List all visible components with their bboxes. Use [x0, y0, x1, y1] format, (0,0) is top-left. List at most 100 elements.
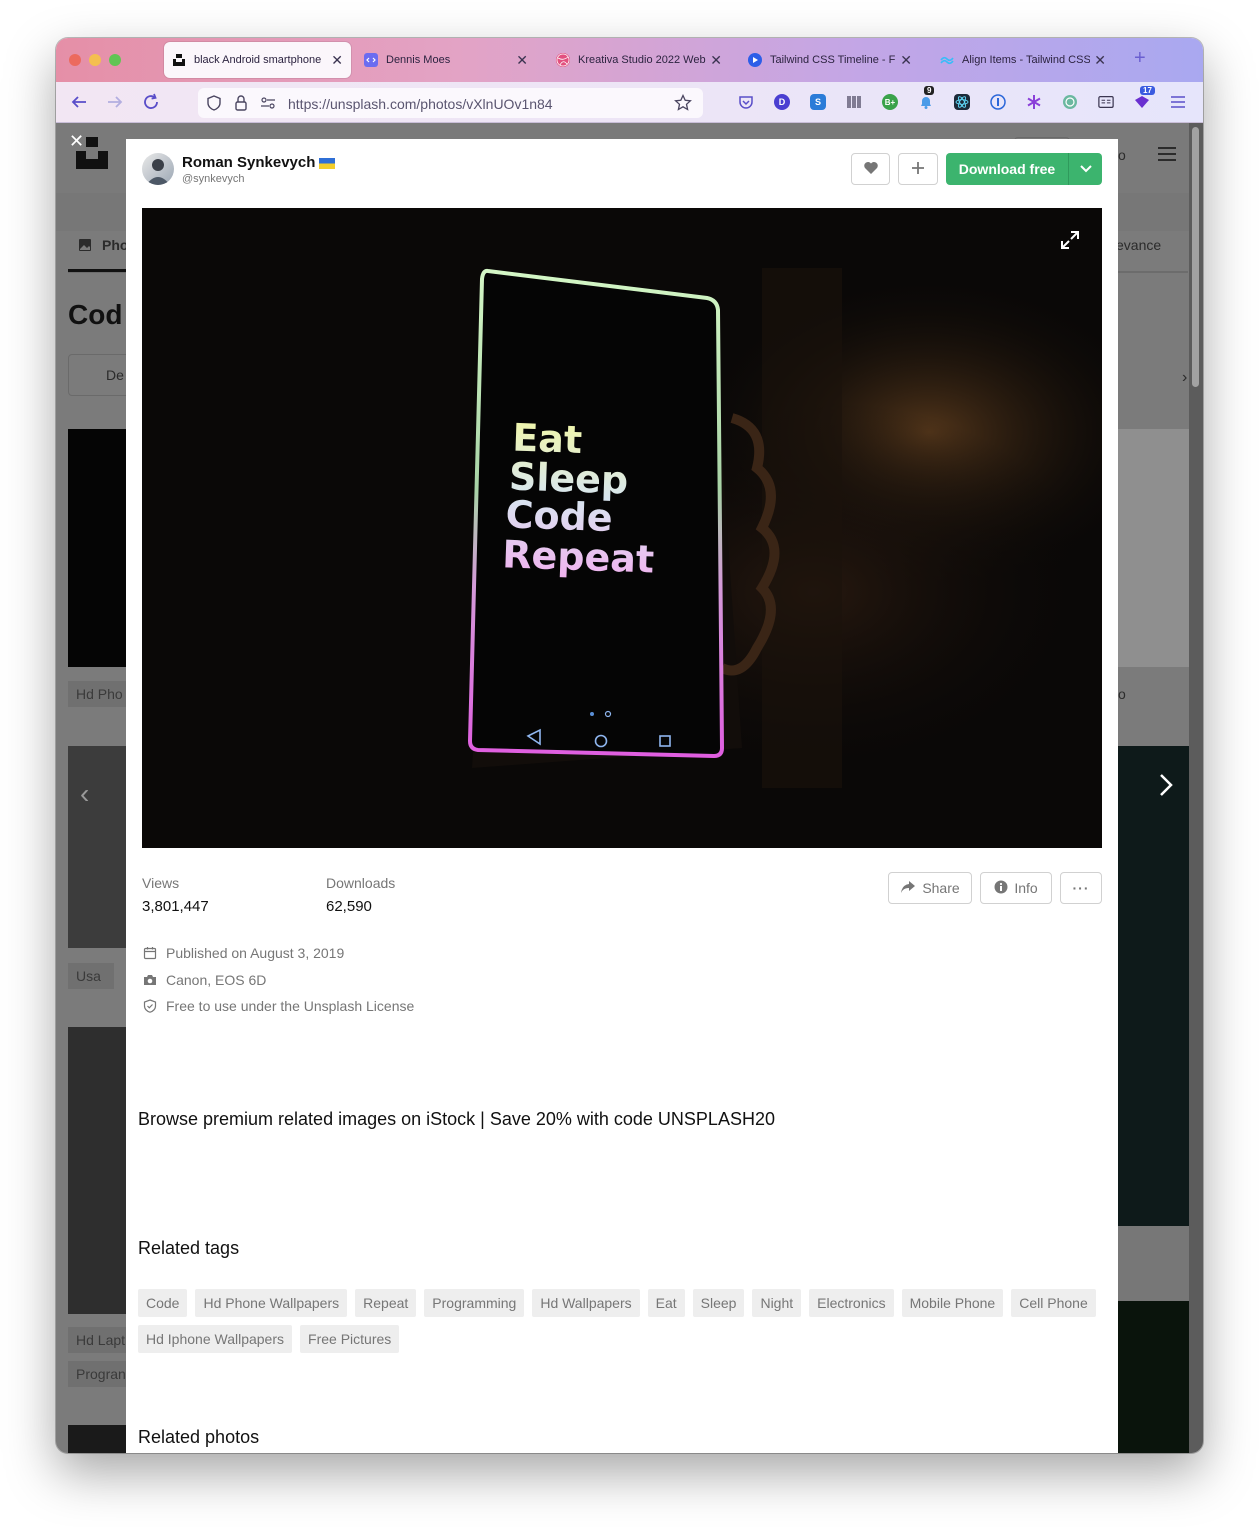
next-arrow-icon[interactable]	[1159, 773, 1173, 802]
tag-cell-phone[interactable]: Cell Phone	[1011, 1289, 1096, 1317]
tag-hd-phone-wallpapers[interactable]: Hd Phone Wallpapers	[195, 1289, 348, 1317]
background-tag-label: Usa	[76, 968, 101, 984]
share-button[interactable]: Share	[888, 872, 972, 904]
tab-label: Kreativa Studio 2022 Web	[578, 54, 706, 66]
tag-sleep[interactable]: Sleep	[692, 1289, 745, 1317]
minimize-window-button[interactable]	[89, 54, 101, 66]
published-date: Published on August 3, 2019	[166, 945, 345, 961]
close-window-button[interactable]	[69, 54, 81, 66]
info-button[interactable]: Info	[980, 872, 1052, 904]
download-options-chevron-icon[interactable]	[1068, 153, 1102, 185]
photographer-handle[interactable]: @synkevych	[182, 173, 245, 185]
info-label: Info	[1014, 880, 1038, 896]
tab-close-icon[interactable]: ✕	[900, 52, 912, 69]
tab-unsplash[interactable]: black Android smartphone ✕	[164, 42, 351, 78]
previous-arrow-icon[interactable]: ‹	[80, 778, 89, 810]
istock-promo-link[interactable]: Browse premium related images on iStock …	[138, 1109, 775, 1130]
shield-check-icon	[142, 998, 158, 1014]
more-actions-button[interactable]: ···	[1060, 872, 1102, 904]
views-value: 3,801,447	[142, 898, 209, 915]
background-tag-label: Hd Pho	[76, 686, 123, 702]
tailwind-favicon-icon	[940, 53, 954, 67]
back-arrow-icon[interactable]	[70, 93, 88, 116]
s-ext-icon[interactable]: S	[810, 94, 826, 110]
bookmark-star-icon[interactable]	[674, 93, 692, 117]
url-bar[interactable]: https://unsplash.com/photos/vXlnUOv1n84	[198, 88, 703, 118]
tab-kreativa[interactable]: Kreativa Studio 2022 Web ✕	[548, 42, 730, 78]
menu-icon[interactable]	[1170, 94, 1186, 110]
views-label: Views	[142, 875, 180, 891]
tab-dennis-moes[interactable]: Dennis Moes ✕	[356, 42, 536, 78]
vpn-icon[interactable]: 17	[1134, 86, 1155, 110]
pocket-icon[interactable]	[738, 94, 754, 110]
like-button[interactable]	[851, 153, 890, 185]
tag-programming[interactable]: Programming	[424, 1289, 525, 1317]
camera-row: Canon, EOS 6D	[142, 972, 266, 988]
forward-arrow-icon[interactable]	[106, 93, 124, 116]
scrollbar[interactable]	[1189, 123, 1203, 1453]
photographer-name[interactable]: Roman Synkevych	[182, 154, 315, 171]
license-row: Free to use under the Unsplash License	[142, 998, 414, 1014]
plus-icon	[911, 161, 925, 178]
tag-electronics[interactable]: Electronics	[809, 1289, 894, 1317]
tag-code[interactable]: Code	[138, 1289, 188, 1317]
url-text[interactable]: https://unsplash.com/photos/vXlnUOv1n84	[288, 96, 553, 112]
add-to-collection-button[interactable]	[898, 153, 938, 185]
tab-tailwind-timeline[interactable]: Tailwind CSS Timeline - Fl ✕	[740, 42, 920, 78]
page-viewport: ✕ o Pho evance Cod De › Hd Pho o ‹ Usa H…	[56, 123, 1203, 1453]
background-photo	[1118, 1301, 1189, 1453]
camera-icon	[142, 972, 158, 988]
tab-tailwind-align-items[interactable]: Align Items - Tailwind CSS ✕	[932, 42, 1114, 78]
tab-close-icon[interactable]: ✕	[710, 52, 722, 69]
tag-hd-wallpapers[interactable]: Hd Wallpapers	[532, 1289, 640, 1317]
tag-night[interactable]: Night	[752, 1289, 802, 1317]
tag-eat[interactable]: Eat	[647, 1289, 685, 1317]
download-button[interactable]: Download free	[946, 153, 1102, 185]
bplus-icon[interactable]: B+	[882, 94, 898, 110]
barcode-icon[interactable]	[846, 94, 862, 110]
permissions-icon[interactable]	[260, 96, 276, 115]
avatar[interactable]	[142, 153, 174, 185]
bell-icon[interactable]: 9	[918, 86, 935, 110]
lock-icon[interactable]	[234, 94, 248, 117]
modal-close-button[interactable]: ✕	[69, 131, 84, 152]
share-arrow-icon	[900, 880, 916, 897]
tag-hd-iphone-wallpapers[interactable]: Hd Iphone Wallpapers	[138, 1325, 293, 1353]
ukraine-flag-icon	[319, 156, 335, 169]
hamburger-icon[interactable]	[1158, 147, 1176, 166]
browser-window: black Android smartphone ✕ Dennis Moes ✕…	[56, 38, 1203, 1453]
background-tag-label: Hd Lapt	[76, 1332, 126, 1348]
tab-close-icon[interactable]: ✕	[516, 52, 528, 69]
license-text[interactable]: Free to use under the Unsplash License	[166, 998, 414, 1014]
published-row: Published on August 3, 2019	[142, 945, 344, 961]
main-photo[interactable]: Eat Sleep Code Repeat	[142, 208, 1102, 848]
new-tab-button[interactable]: +	[1134, 47, 1146, 70]
scrollbar-thumb[interactable]	[1192, 127, 1199, 387]
d-ext-icon[interactable]: D	[774, 94, 790, 110]
snowflake-icon[interactable]	[1026, 94, 1042, 110]
background-tab-label: Pho	[102, 237, 129, 253]
react-devtools-icon[interactable]	[954, 94, 970, 110]
background-page-title: Cod	[68, 299, 123, 330]
tracking-shield-icon[interactable]	[206, 95, 222, 116]
globe-icon[interactable]	[1062, 94, 1078, 110]
tag-free-pictures[interactable]: Free Pictures	[300, 1325, 400, 1353]
tab-close-icon[interactable]: ✕	[1094, 52, 1106, 69]
background-partial-text: o	[1118, 147, 1126, 163]
expand-fullscreen-icon[interactable]	[1060, 230, 1080, 255]
tag-mobile-phone[interactable]: Mobile Phone	[901, 1289, 1004, 1317]
reader-icon[interactable]	[1098, 94, 1114, 110]
camera-model[interactable]: Canon, EOS 6D	[166, 972, 266, 988]
onepassword-icon[interactable]	[990, 94, 1006, 110]
zoom-window-button[interactable]	[109, 54, 121, 66]
background-photo	[68, 1425, 128, 1453]
tab-label: Align Items - Tailwind CSS	[962, 54, 1091, 66]
dennis-moes-favicon-icon	[364, 53, 378, 67]
background-photo	[68, 746, 128, 948]
background-filter-label: De	[106, 367, 124, 383]
tag-repeat[interactable]: Repeat	[355, 1289, 417, 1317]
share-label: Share	[922, 880, 960, 896]
reload-icon[interactable]	[142, 93, 160, 116]
tab-close-icon[interactable]: ✕	[331, 52, 343, 69]
download-label[interactable]: Download free	[946, 161, 1068, 177]
